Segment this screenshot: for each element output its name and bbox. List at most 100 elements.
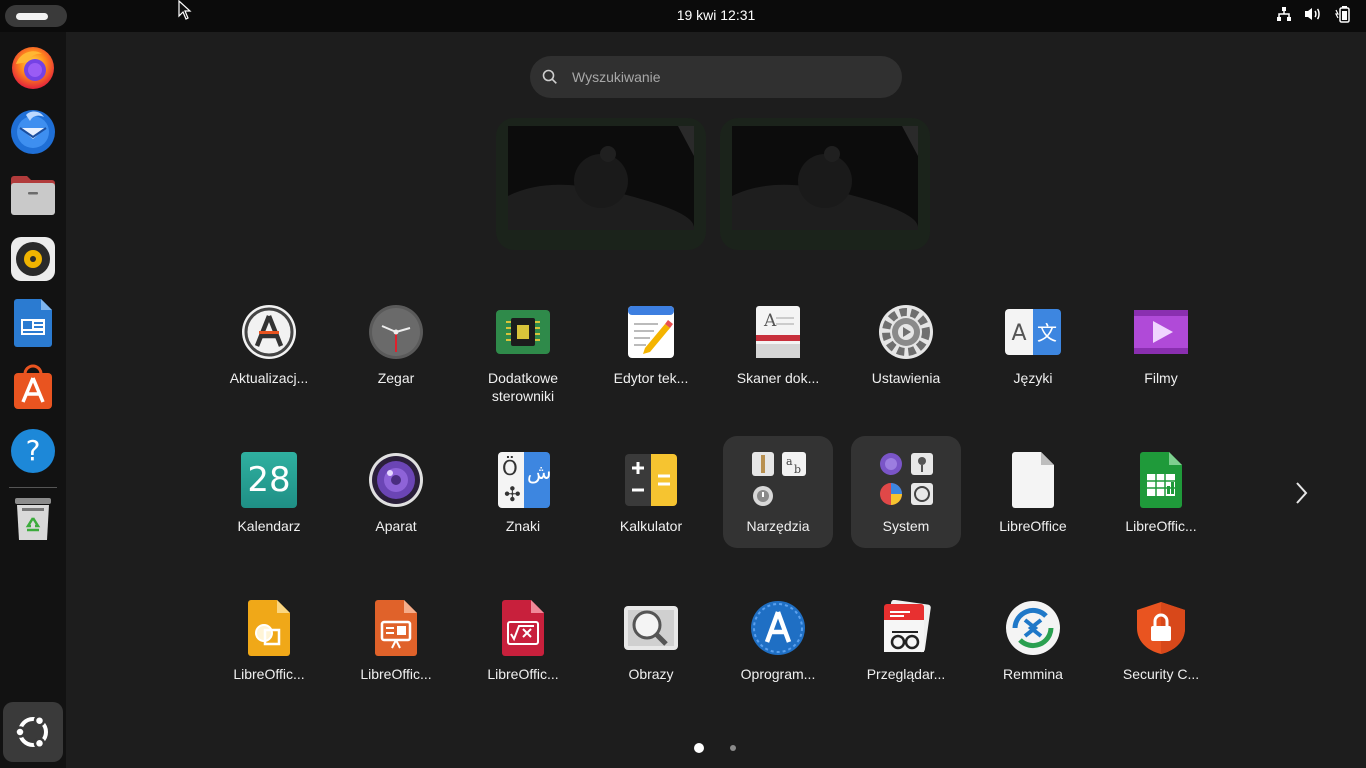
app-clocks[interactable]: Zegar <box>341 288 451 400</box>
app-folder-utilities[interactable]: ab Narzędzia <box>723 436 833 548</box>
volume-icon[interactable] <box>1304 6 1322 27</box>
dock-item-firefox[interactable] <box>8 42 58 92</box>
app-label: Narzędzia <box>746 518 810 534</box>
dock-item-help[interactable]: ? <box>8 426 58 476</box>
dock: ? <box>0 32 66 768</box>
calendar-icon: 28 <box>241 452 297 508</box>
chip-icon <box>496 310 550 354</box>
app-software-updater[interactable]: Aktualizacj... <box>214 288 324 400</box>
app-label: Języki <box>1013 370 1053 386</box>
app-languages[interactable]: A文 Języki <box>978 288 1088 400</box>
libreoffice-draw-icon <box>248 600 290 656</box>
app-characters[interactable]: Ö ✣ ش Znaki <box>468 436 578 548</box>
app-libreoffice[interactable]: LibreOffice <box>978 436 1088 548</box>
security-center-icon <box>1137 602 1185 654</box>
svg-text:文: 文 <box>1037 321 1057 345</box>
files-icon <box>11 176 55 215</box>
libreoffice-math-icon <box>502 600 544 656</box>
app-label: LibreOffic... <box>360 666 432 682</box>
mouse-cursor-icon <box>178 0 192 20</box>
dock-item-thunderbird[interactable] <box>8 106 58 156</box>
show-apps-button[interactable] <box>3 702 63 762</box>
libreoffice-calc-icon <box>1140 452 1182 508</box>
character-sample: Ö <box>502 456 518 480</box>
libreoffice-icon <box>1012 452 1054 508</box>
clock-icon <box>369 305 423 359</box>
app-calculator[interactable]: Kalkulator <box>596 436 706 548</box>
calculator-icon <box>625 454 677 506</box>
app-label: Security C... <box>1122 666 1200 682</box>
folder-icon <box>880 453 933 505</box>
app-label: LibreOffic... <box>233 666 305 682</box>
dock-separator <box>9 487 57 488</box>
app-folder-system[interactable]: System <box>851 436 961 548</box>
app-image-viewer[interactable]: Obrazy <box>596 584 706 696</box>
videos-icon <box>1134 310 1188 354</box>
app-label: Ustawienia <box>871 370 941 386</box>
app-settings[interactable]: Ustawienia <box>851 288 961 400</box>
chevron-right-icon[interactable] <box>1290 478 1312 508</box>
language-icon: A文 <box>1005 309 1061 355</box>
svg-text:A: A <box>763 311 777 331</box>
app-label: Skaner dok... <box>736 370 820 386</box>
clock[interactable]: 19 kwi 12:31 <box>677 7 756 23</box>
app-libreoffice-draw[interactable]: LibreOffic... <box>214 584 324 696</box>
app-label: LibreOffic... <box>1125 518 1197 534</box>
app-calendar[interactable]: 28 Kalendarz <box>214 436 324 548</box>
app-text-editor[interactable]: Edytor tek... <box>596 288 706 400</box>
dock-item-app-center[interactable] <box>8 362 58 412</box>
workspace-thumbnail-2[interactable] <box>720 118 930 250</box>
document-viewer-icon <box>884 600 931 653</box>
app-remmina[interactable]: Remmina <box>978 584 1088 696</box>
svg-text:?: ? <box>26 434 41 467</box>
app-label: Znaki <box>505 518 541 534</box>
svg-text:a: a <box>786 455 793 468</box>
app-libreoffice-math[interactable]: LibreOffic... <box>468 584 578 696</box>
app-libreoffice-impress[interactable]: LibreOffic... <box>341 584 451 696</box>
dock-item-files[interactable] <box>8 170 58 220</box>
activities-button[interactable] <box>5 5 67 27</box>
app-label: Obrazy <box>628 666 674 682</box>
trash-icon <box>15 498 51 540</box>
network-icon[interactable] <box>1276 6 1292 27</box>
character-sample: ش <box>527 460 550 484</box>
app-label: Edytor tek... <box>613 370 689 386</box>
rhythmbox-icon <box>11 237 55 281</box>
calendar-day: 28 <box>247 460 291 500</box>
battery-icon[interactable] <box>1334 5 1352 28</box>
app-software[interactable]: Oprogram... <box>723 584 833 696</box>
workspace-thumbnail-1[interactable] <box>496 118 706 250</box>
app-label: LibreOffic... <box>487 666 559 682</box>
libreoffice-writer-icon <box>14 299 52 347</box>
app-document-viewer[interactable]: Przeglądar... <box>851 584 961 696</box>
search-placeholder: Wyszukiwanie <box>572 69 661 85</box>
search-input[interactable]: Wyszukiwanie <box>530 56 902 98</box>
app-label: Oprogram... <box>740 666 816 682</box>
help-icon: ? <box>11 429 55 473</box>
app-label: Kalkulator <box>619 518 683 534</box>
dock-item-rhythmbox[interactable] <box>8 234 58 284</box>
search-icon <box>542 69 557 84</box>
camera-icon <box>369 453 423 507</box>
app-label: System <box>882 518 930 534</box>
dock-item-libreoffice-writer[interactable] <box>8 298 58 348</box>
scanner-icon: A <box>756 306 800 358</box>
app-camera[interactable]: Aparat <box>341 436 451 548</box>
workspace-indicator <box>16 13 48 20</box>
workspace-wallpaper <box>732 126 918 230</box>
page-indicator-2[interactable] <box>730 745 736 751</box>
app-label: Zegar <box>377 370 415 386</box>
libreoffice-impress-icon <box>375 600 417 656</box>
firefox-icon <box>12 47 54 89</box>
page-indicator-1[interactable] <box>694 743 704 753</box>
app-document-scanner[interactable]: A Skaner dok... <box>723 288 833 400</box>
app-videos[interactable]: Filmy <box>1106 288 1216 400</box>
system-tray[interactable] <box>1276 5 1352 28</box>
dock-item-trash[interactable] <box>8 494 58 544</box>
app-security-center[interactable]: Security C... <box>1106 584 1216 696</box>
characters-icon: Ö ✣ ش <box>498 452 550 508</box>
remmina-icon <box>1006 601 1060 655</box>
app-additional-drivers[interactable]: Dodatkowe sterowniki <box>468 288 578 404</box>
ubuntu-logo-icon <box>14 714 48 750</box>
app-libreoffice-calc[interactable]: LibreOffic... <box>1106 436 1216 548</box>
